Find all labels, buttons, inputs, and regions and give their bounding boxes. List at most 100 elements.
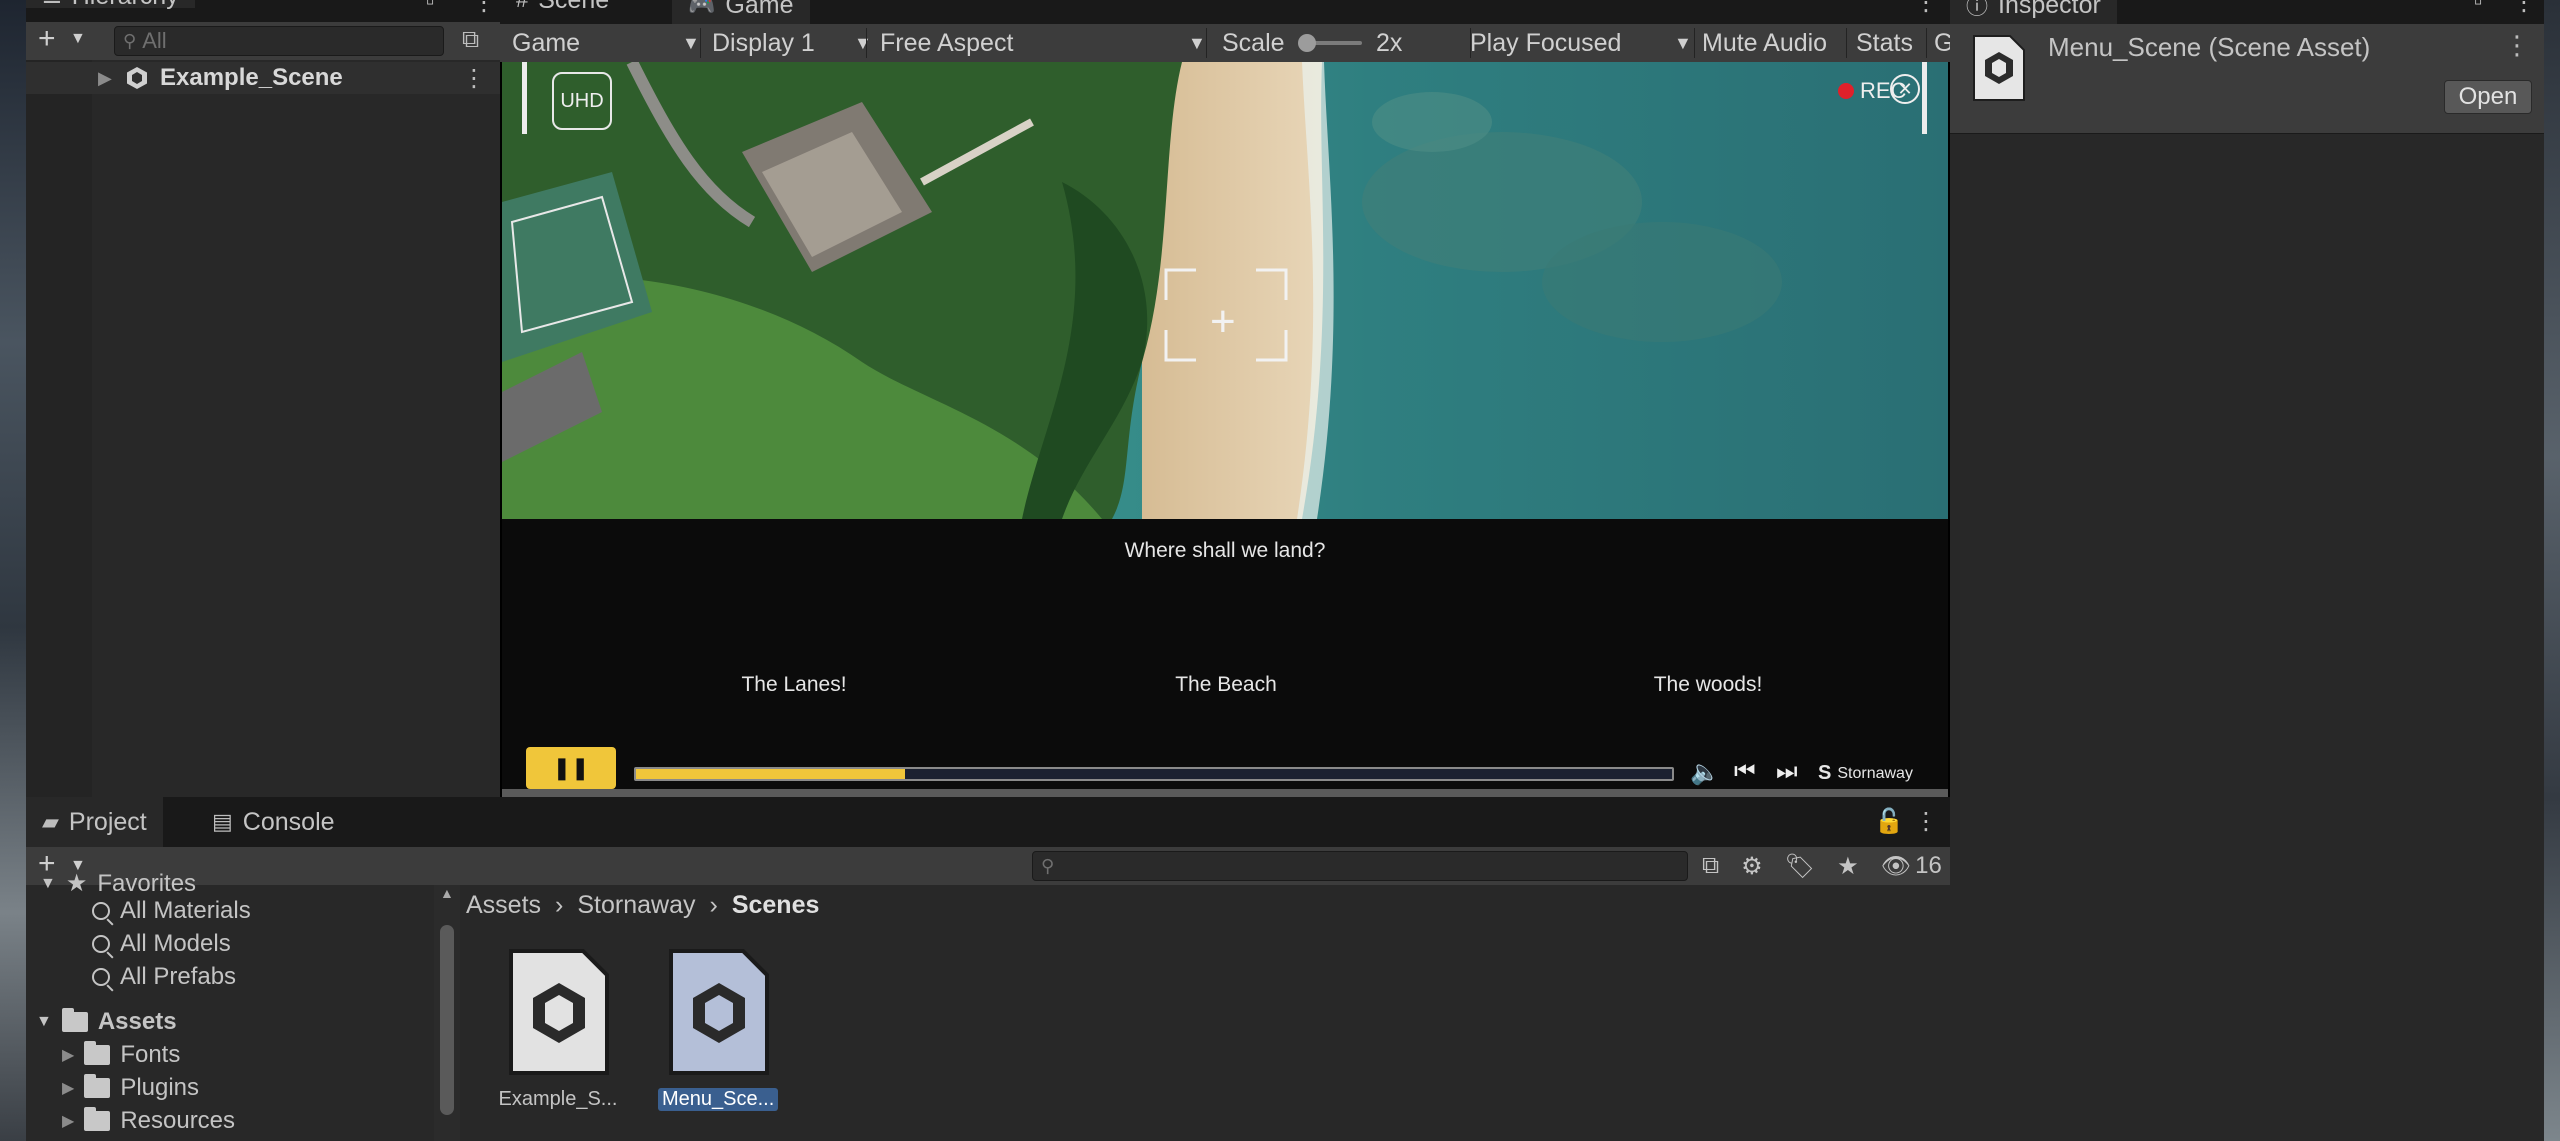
chevron-down-icon: ▼ — [1188, 32, 1206, 53]
volume-icon[interactable]: 🔈 — [1690, 758, 1720, 787]
tree-folder-plugins[interactable]: ▶ Plugins — [62, 1074, 199, 1102]
maximize-icon[interactable]: ▫ — [2474, 0, 2483, 16]
play-mode-dropdown[interactable]: Play Focused ▼ — [1470, 24, 1692, 62]
inspector-title: Menu_Scene (Scene Asset) — [2048, 32, 2371, 62]
search-by-type-icon[interactable]: ⧉ — [462, 26, 479, 54]
aspect-dropdown[interactable]: Free Aspect ▼ — [880, 24, 1206, 62]
filter-by-label-icon[interactable]: 🏷 — [1785, 852, 1815, 881]
search-by-type-icon[interactable]: ⧉ — [1702, 852, 1719, 880]
tree-item-all-prefabs[interactable]: All Prefabs — [92, 963, 236, 991]
stornaway-logo: S Stornaway — [1818, 762, 1913, 785]
tree-item-all-models[interactable]: All Models — [92, 930, 231, 958]
choice-option-woods[interactable]: The woods! — [1558, 673, 1858, 697]
folder-open-icon — [61, 1008, 88, 1032]
search-icon: ⚲ — [123, 30, 137, 51]
tree-scrollbar[interactable]: ▲ — [434, 885, 460, 1141]
tree-scrollbar-thumb[interactable] — [440, 925, 454, 1115]
gizmos-button[interactable]: G — [1934, 24, 1950, 62]
folder-label: Resources — [120, 1107, 236, 1134]
asset-example-scene[interactable]: Example_S... — [498, 947, 618, 1111]
tab-project[interactable]: ▰ Project — [26, 797, 163, 847]
choice-option-lanes[interactable]: The Lanes! — [644, 673, 944, 697]
skip-forward-icon[interactable]: ⏭ — [1776, 758, 1798, 786]
display-dropdown[interactable]: Display 1 ▼ — [712, 24, 872, 62]
tree-assets[interactable]: ▼ Assets — [36, 1008, 177, 1036]
hierarchy-search-input[interactable]: ⚲ All — [114, 26, 444, 56]
panel-menu-icon[interactable]: ⋮ — [2512, 0, 2536, 17]
brand-label: Stornaway — [1837, 764, 1913, 782]
desktop-background-right — [2544, 0, 2560, 1141]
tab-inspector[interactable]: ⓘ Inspector — [1950, 0, 2117, 24]
tab-console[interactable]: ▤ Console — [196, 797, 351, 847]
play-mode-label: Play Focused — [1470, 28, 1622, 57]
folder-icon — [84, 1107, 111, 1131]
expand-arrow-icon: ▶ — [62, 1047, 75, 1064]
search-icon — [92, 935, 110, 953]
collapse-arrow-icon: ▼ — [36, 1013, 52, 1030]
breadcrumb-scenes[interactable]: Scenes — [732, 891, 820, 920]
video-progress-fill — [636, 769, 906, 779]
folder-icon — [84, 1041, 111, 1065]
favorite-label: All Materials — [120, 897, 251, 924]
video-progress-bar[interactable] — [634, 767, 1674, 781]
project-search-input[interactable]: ⚲ — [1032, 851, 1688, 881]
hidden-packages-toggle[interactable]: 👁 16 — [1881, 852, 1942, 881]
panel-menu-icon[interactable]: ⋮ — [1914, 807, 1938, 836]
breadcrumb-stornaway[interactable]: Stornaway — [577, 891, 695, 920]
choice-option-beach[interactable]: The Beach — [1076, 673, 1376, 697]
lock-icon[interactable]: 🔓 — [1874, 807, 1904, 836]
console-icon: ▤ — [212, 809, 233, 834]
scale-slider-handle[interactable] — [1298, 34, 1316, 52]
tree-folder-fonts[interactable]: ▶ Fonts — [62, 1041, 180, 1069]
scene-menu-icon[interactable]: ⋮ — [462, 64, 486, 93]
folder-label: Fonts — [120, 1041, 181, 1068]
asset-menu-scene[interactable]: Menu_Sce... — [658, 947, 778, 1111]
tree-favorites[interactable]: ▼ ★ Favorites — [40, 869, 196, 898]
project-folder-tree: ▼ ★ Favorites All Materials All Models A… — [26, 870, 434, 1141]
asset-label: Menu_Sce... — [658, 1088, 778, 1111]
divider — [1206, 28, 1207, 58]
tab-game[interactable]: 🎮 Game — [672, 0, 810, 24]
expand-arrow-icon[interactable]: ▶ — [98, 68, 112, 89]
folder-icon — [84, 1074, 111, 1098]
collapse-arrow-icon: ▼ — [40, 874, 56, 892]
panel-menu-icon[interactable]: ⋮ — [1914, 0, 1938, 17]
add-icon[interactable]: + — [38, 22, 56, 56]
mute-audio-button[interactable]: Mute Audio — [1702, 24, 1827, 62]
tab-scene[interactable]: # Scene — [500, 0, 625, 14]
search-placeholder: All — [142, 28, 167, 53]
hierarchy-panel: ☰ Hierarchy ▫ ⋮ + ▼ ⚲ All ⧉ ▶ Example_Sc… — [26, 0, 500, 797]
maximize-icon[interactable]: ▫ — [426, 0, 435, 16]
pause-button[interactable]: ❚❚ — [526, 747, 616, 789]
divider — [866, 28, 867, 58]
hierarchy-scene-row[interactable]: ▶ Example_Scene ⋮ — [26, 62, 500, 94]
divider — [1846, 28, 1847, 58]
filter-by-type-icon[interactable]: ⚙ — [1741, 852, 1763, 881]
tab-hierarchy[interactable]: ☰ Hierarchy — [26, 0, 195, 10]
scroll-up-icon[interactable]: ▲ — [440, 885, 454, 901]
game-viewport[interactable]: + ✕ UHD REC Where shall we land? The Lan… — [502, 62, 1948, 797]
uhd-badge: UHD — [552, 72, 612, 130]
display-label: Display 1 — [712, 28, 815, 57]
breadcrumb-assets[interactable]: Assets — [466, 891, 541, 920]
chevron-down-icon[interactable]: ▼ — [70, 30, 86, 48]
open-button[interactable]: Open — [2444, 80, 2532, 114]
stats-button[interactable]: Stats — [1856, 24, 1913, 62]
tree-item-all-materials[interactable]: All Materials — [92, 897, 251, 925]
desktop-background-left — [0, 0, 26, 1141]
tab-project-label: Project — [68, 807, 147, 836]
project-tabbar: ▰ Project ▤ Console 🔓 ⋮ — [26, 797, 1950, 847]
mode-dropdown[interactable]: Game ▼ — [512, 24, 700, 62]
inspector-panel: ⓘ Inspector ▫ ⋮ Menu_Scene (Scene Asset)… — [1950, 0, 2544, 1141]
scene-file-icon — [669, 949, 769, 1075]
panel-menu-icon[interactable]: ⋮ — [472, 0, 496, 17]
scene-asset-icon — [1973, 35, 2025, 101]
tree-folder-resources[interactable]: ▶ Resources — [62, 1107, 235, 1135]
divider — [700, 28, 701, 58]
inspector-header: Menu_Scene (Scene Asset) ⋮ Open — [1950, 24, 2544, 134]
favorite-star-icon[interactable]: ★ — [1837, 852, 1859, 881]
game-panel: # Scene 🎮 Game ⋮ Game ▼ Display 1 ▼ Free… — [500, 0, 1950, 797]
skip-back-icon[interactable]: ⏮ — [1734, 758, 1756, 786]
inspector-menu-icon[interactable]: ⋮ — [2504, 30, 2530, 61]
inspector-tabbar: ⓘ Inspector ▫ ⋮ — [1950, 0, 2544, 24]
